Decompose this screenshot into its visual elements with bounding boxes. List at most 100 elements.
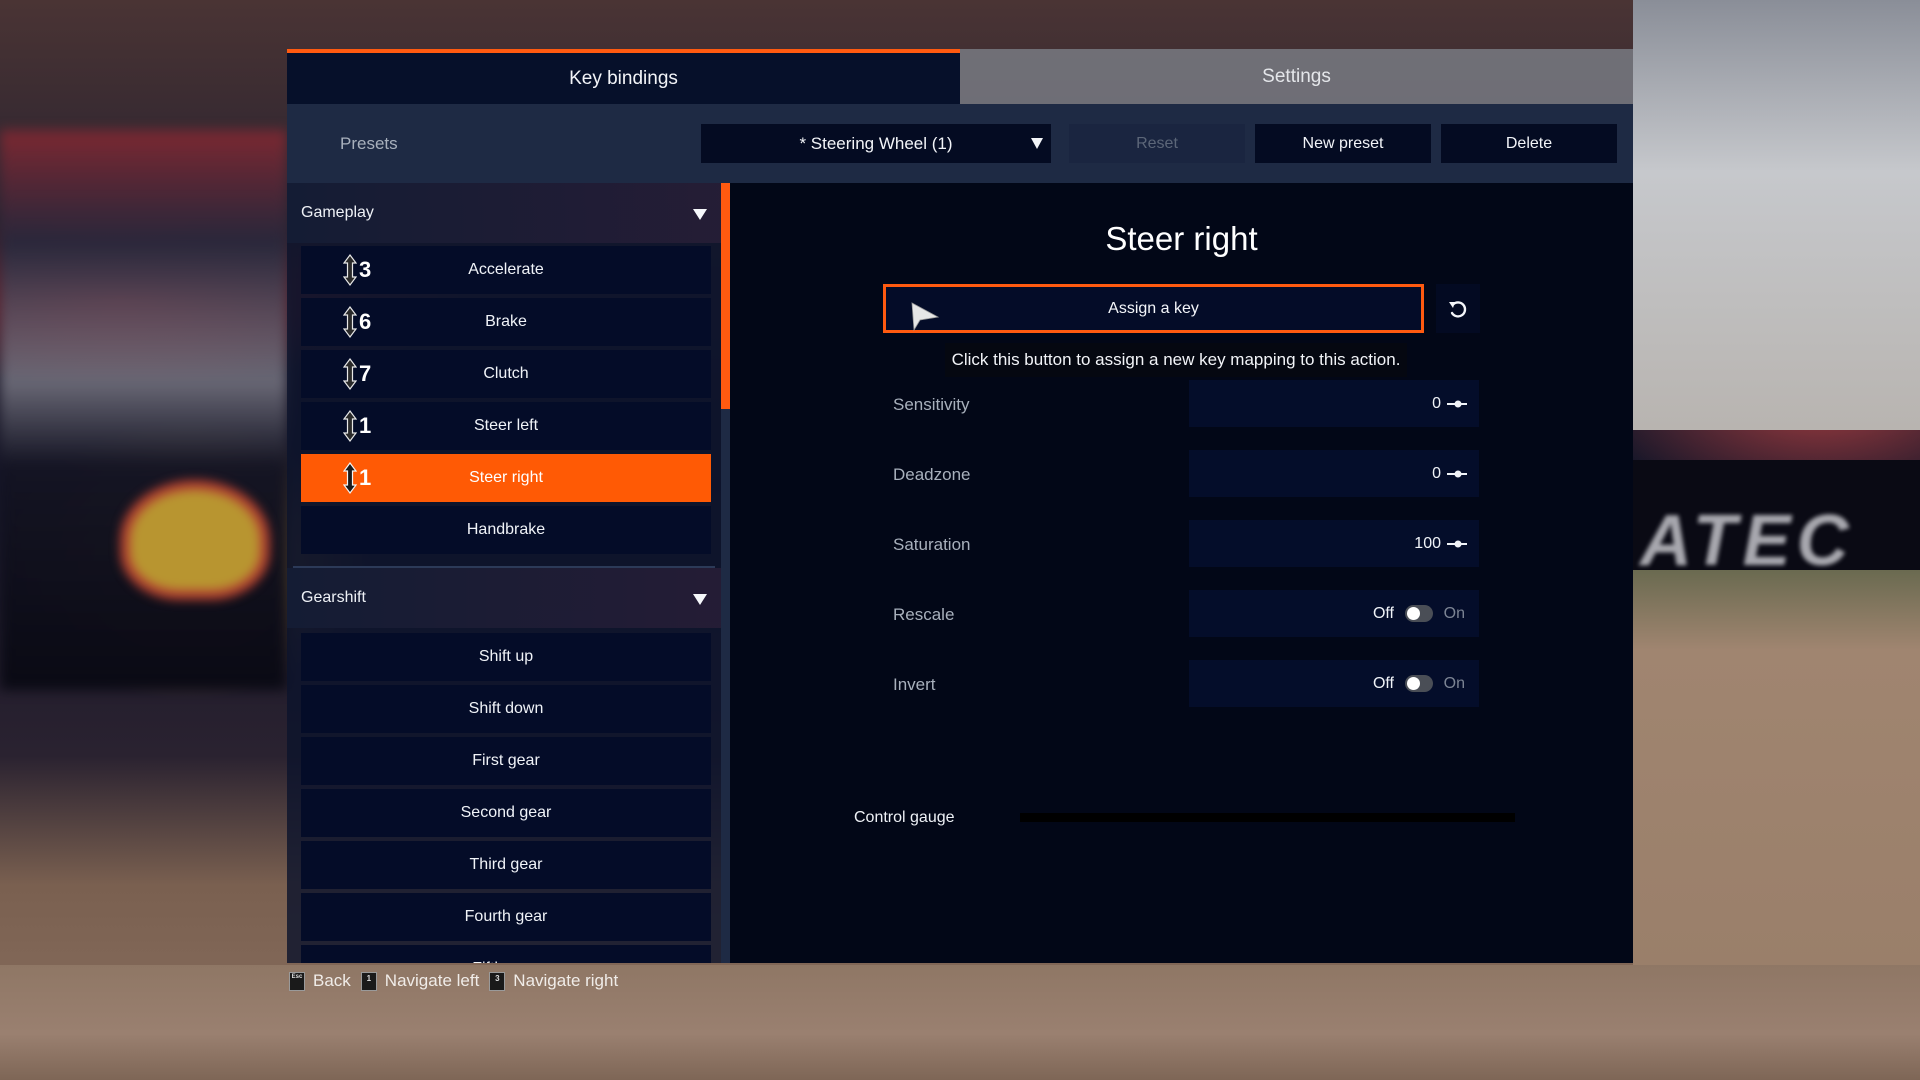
action-label: First gear — [472, 752, 540, 769]
action-label: Clutch — [483, 365, 529, 382]
action-row-second-gear[interactable]: Second gear — [301, 789, 711, 837]
setting-row-saturation: Saturation 100 — [730, 520, 1633, 570]
undo-icon — [1449, 300, 1467, 318]
setting-value: 0 — [1432, 394, 1441, 412]
key-3-icon: 3 — [489, 971, 506, 991]
group-header-gameplay[interactable]: Gameplay — [287, 183, 721, 243]
action-row-brake[interactable]: 6 Brake — [301, 298, 711, 346]
bindings-body: Gameplay 3 Accelerate 6 Brake 7 Clutch 1… — [287, 183, 1633, 963]
preset-selected-value: * Steering Wheel (1) — [799, 133, 953, 153]
hint-back[interactable]: Esc Back — [289, 971, 351, 991]
action-row-fourth-gear[interactable]: Fourth gear — [301, 893, 711, 941]
action-detail: Steer right Assign a key Click this butt… — [730, 183, 1633, 963]
group-title: Gameplay — [301, 204, 374, 221]
scrollbar-thumb[interactable] — [721, 183, 730, 409]
action-row-fifth-gear[interactable]: Fifth gear — [301, 945, 711, 963]
chevron-down-icon — [693, 209, 707, 220]
rescale-toggle[interactable] — [1405, 605, 1433, 622]
action-label: Steer right — [469, 469, 543, 486]
axis-updown-icon — [343, 254, 357, 286]
binding-number: 1 — [359, 465, 372, 490]
background-car — [0, 130, 287, 690]
tab-label: Key bindings — [569, 67, 678, 89]
presets-bar: Presets * Steering Wheel (1) Reset New p… — [287, 104, 1633, 183]
background-banner-text: ATEC — [1640, 501, 1855, 581]
action-row-accelerate[interactable]: 3 Accelerate — [301, 246, 711, 294]
presets-label: Presets — [340, 133, 398, 153]
action-label: Fifth gear — [472, 960, 540, 963]
tooltip: Click this button to assign a new key ma… — [945, 343, 1407, 377]
action-row-handbrake[interactable]: Handbrake — [301, 506, 711, 554]
assign-key-label: Assign a key — [1108, 299, 1199, 317]
background-track — [1633, 570, 1920, 970]
setting-value: 100 — [1414, 534, 1441, 552]
slider-icon — [1447, 470, 1467, 478]
action-row-shift-up[interactable]: Shift up — [301, 633, 711, 681]
action-label: Fourth gear — [464, 908, 548, 925]
delete-button[interactable]: Delete — [1441, 124, 1617, 163]
invert-toggle[interactable] — [1405, 675, 1433, 692]
action-label: Shift down — [468, 700, 544, 717]
axis-updown-icon — [343, 462, 357, 494]
slider-icon — [1447, 540, 1467, 548]
action-row-first-gear[interactable]: First gear — [301, 737, 711, 785]
background-sky — [1633, 0, 1920, 430]
toggle-on-label: On — [1443, 674, 1465, 692]
action-label: Steer left — [473, 417, 539, 434]
hint-label: Navigate left — [384, 971, 480, 990]
background-shell-logo — [120, 480, 270, 600]
action-label: Handbrake — [466, 521, 546, 538]
setting-label: Sensitivity — [893, 395, 970, 414]
toggle-off-label: Off — [1372, 604, 1394, 622]
toggle-on-label: On — [1443, 604, 1465, 622]
axis-updown-icon — [343, 410, 357, 442]
setting-label: Rescale — [893, 605, 955, 624]
deadzone-slider[interactable]: 0 — [1189, 450, 1479, 497]
new-preset-button[interactable]: New preset — [1255, 124, 1431, 163]
control-gauge-label: Control gauge — [854, 809, 955, 826]
action-row-steer-right[interactable]: 1 Steer right — [301, 454, 711, 502]
tab-key-bindings[interactable]: Key bindings — [287, 49, 960, 104]
mouse-cursor-icon — [911, 302, 940, 332]
binding-number: 1 — [359, 413, 372, 438]
preset-dropdown[interactable]: * Steering Wheel (1) — [701, 124, 1051, 163]
hint-navigate-right[interactable]: 3 Navigate right — [489, 971, 618, 991]
action-row-third-gear[interactable]: Third gear — [301, 841, 711, 889]
hint-navigate-left[interactable]: 1 Navigate left — [360, 971, 480, 991]
group-header-gearshift[interactable]: Gearshift — [287, 568, 721, 628]
action-row-shift-down[interactable]: Shift down — [301, 685, 711, 733]
key-1-icon: 1 — [360, 971, 377, 991]
invert-toggle-field: Off On — [1189, 660, 1479, 707]
action-label: Brake — [485, 313, 527, 330]
action-label: Accelerate — [468, 261, 544, 278]
binding: 7 — [343, 358, 371, 390]
setting-label: Invert — [893, 675, 936, 694]
setting-label: Deadzone — [893, 465, 971, 484]
chevron-down-icon — [1031, 138, 1043, 149]
assign-key-button[interactable]: Assign a key — [883, 284, 1424, 333]
sensitivity-slider[interactable]: 0 — [1189, 380, 1479, 427]
hint-label: Back — [313, 971, 351, 990]
action-row-steer-left[interactable]: 1 Steer left — [301, 402, 711, 450]
saturation-slider[interactable]: 100 — [1189, 520, 1479, 567]
action-row-clutch[interactable]: 7 Clutch — [301, 350, 711, 398]
axis-updown-icon — [343, 306, 357, 338]
binding: 1 — [343, 462, 371, 494]
action-list-scrollbar[interactable] — [721, 183, 730, 963]
binding-number: 3 — [359, 257, 372, 282]
binding-number: 7 — [359, 361, 372, 386]
tab-settings[interactable]: Settings — [960, 49, 1633, 104]
esc-key-icon: Esc — [289, 971, 305, 991]
rescale-toggle-field: Off On — [1189, 590, 1479, 637]
setting-row-sensitivity: Sensitivity 0 — [730, 380, 1633, 430]
slider-icon — [1447, 400, 1467, 408]
toggle-knob — [1407, 607, 1420, 620]
footer-hints: Esc Back 1 Navigate left 3 Navigate righ… — [289, 969, 618, 993]
reset-binding-button[interactable] — [1436, 284, 1480, 333]
controls-panel: Key bindings Settings Presets * Steering… — [287, 49, 1633, 963]
action-label: Second gear — [460, 804, 552, 821]
action-list: Gameplay 3 Accelerate 6 Brake 7 Clutch 1… — [287, 183, 721, 963]
binding: 1 — [343, 410, 371, 442]
reset-button[interactable]: Reset — [1069, 124, 1245, 163]
binding: 3 — [343, 254, 371, 286]
